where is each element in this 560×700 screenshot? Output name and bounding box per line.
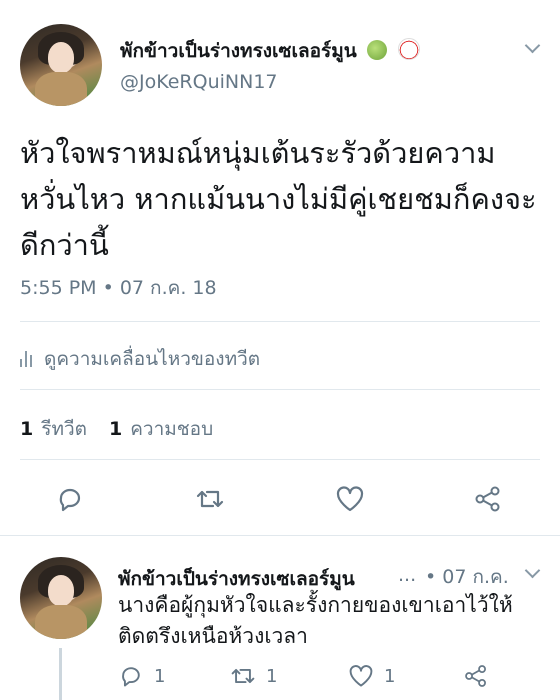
view-tweet-activity-link[interactable]: ดูความเคลื่อนไหวของทวีต: [20, 344, 260, 374]
activity-label: ดูความเคลื่อนไหวของทวีต: [44, 348, 261, 370]
tweet-stats: 1 รีทวีต 1 ความชอบ: [20, 414, 213, 444]
user-handle[interactable]: @JoKeRQuiNN17: [120, 71, 278, 93]
reply-action[interactable]: 1: [118, 663, 165, 689]
share-icon: [465, 665, 486, 687]
share-action[interactable]: [463, 663, 489, 689]
avatar-face: [47, 575, 75, 607]
like-stat[interactable]: 1 ความชอบ: [109, 414, 213, 444]
like-action[interactable]: 1: [348, 663, 395, 689]
chevron-down-icon[interactable]: [524, 37, 541, 54]
retweet-icon: [231, 668, 255, 684]
reply-icon[interactable]: [55, 484, 85, 514]
retweet-icon[interactable]: [195, 484, 225, 514]
avatar[interactable]: [20, 24, 102, 106]
reply-avatar[interactable]: [20, 557, 102, 639]
melon-emoji-icon: [367, 40, 388, 60]
avatar-body: [34, 71, 88, 106]
display-name-text: พักข้าวเป็นร่างทรงเซเลอร์มูน: [120, 40, 357, 62]
activity-bars-icon: [20, 351, 32, 367]
retweet-stat[interactable]: 1 รีทวีต: [20, 414, 87, 444]
reply-icon: [122, 667, 140, 687]
heart-icon[interactable]: [335, 484, 365, 514]
divider: [20, 389, 540, 390]
avatar-face: [47, 42, 75, 74]
reply-timestamp[interactable]: • 07 ก.ค.: [425, 562, 509, 592]
reply-count: 1: [154, 665, 166, 687]
divider: [20, 321, 540, 322]
chevron-down-icon[interactable]: [524, 562, 541, 579]
like-count: 1: [384, 665, 396, 687]
name-ellipsis: ...: [398, 564, 417, 586]
display-name[interactable]: พักข้าวเป็นร่างทรงเซเลอร์มูน: [120, 36, 420, 66]
bubble-tea-emoji-icon: [397, 38, 420, 60]
reply-text: นางคือผู้กุมหัวใจและรั้งกายของเขาเอาไว้ใ…: [118, 593, 513, 648]
share-icon[interactable]: [473, 484, 503, 514]
retweet-count: 1: [266, 665, 278, 687]
heart-icon: [349, 665, 373, 687]
divider: [20, 459, 540, 460]
avatar-body: [34, 604, 88, 639]
thread-line: [59, 648, 62, 700]
retweet-action[interactable]: 1: [230, 663, 277, 689]
divider: [0, 535, 560, 536]
tweet-timestamp[interactable]: 5:55 PM • 07 ก.ค. 18: [20, 273, 217, 303]
tweet-text: หัวใจพราหมณ์หนุ่มเต้นระรัวด้วยความหวั่นไ…: [20, 136, 537, 262]
